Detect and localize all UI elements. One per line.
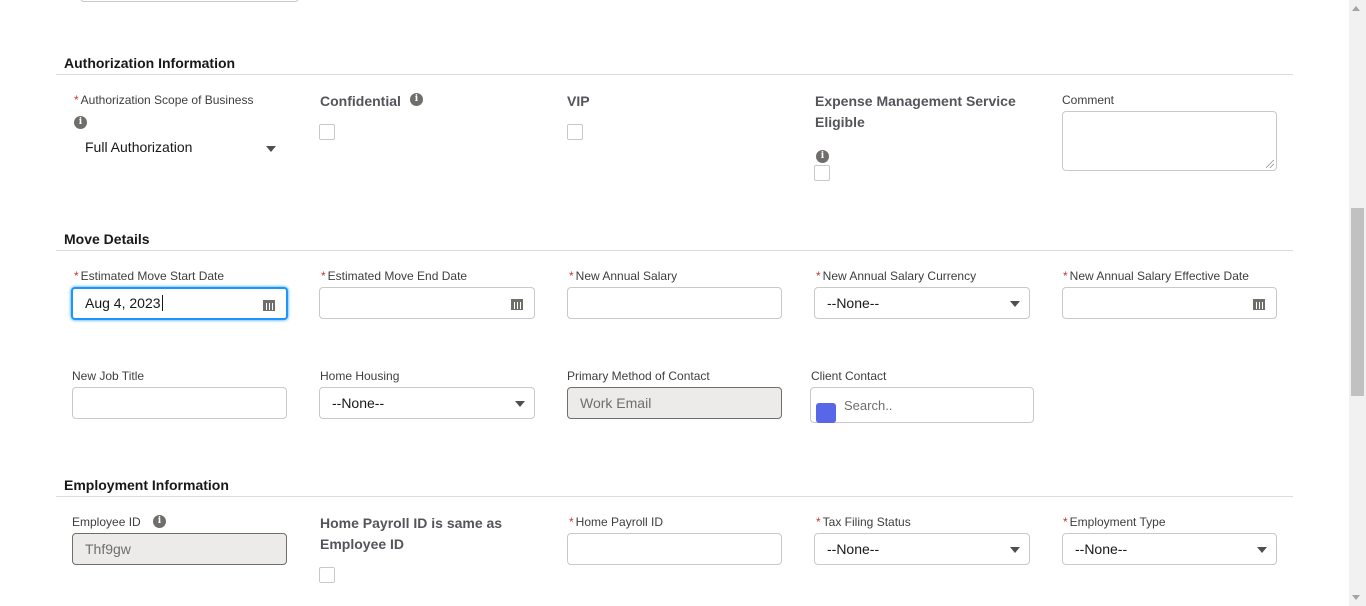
tax-filing-status-label-text: Tax Filing Status <box>822 515 911 529</box>
same-payroll-id-label-line1: Home Payroll ID is same as <box>320 515 503 531</box>
same-payroll-id-label-line2: Employee ID <box>320 536 405 552</box>
move-start-date-label: * Estimated Move Start Date <box>74 269 224 283</box>
required-marker: * <box>321 269 326 283</box>
new-salary-label-text: New Annual Salary <box>575 269 678 283</box>
employment-type-select[interactable]: --None-- <box>1062 533 1277 565</box>
move-start-date-value: Aug 4, 2023 <box>85 295 161 311</box>
confidential-label: Confidential <box>320 93 401 109</box>
form-page: Authorization Information * Authorization… <box>0 0 1366 606</box>
client-contact-label: Client Contact <box>811 369 887 383</box>
salary-effective-date-label: * New Annual Salary Effective Date <box>1063 269 1249 283</box>
client-contact-lookup[interactable]: Search.. <box>810 387 1034 423</box>
vip-label: VIP <box>567 93 590 109</box>
required-marker: * <box>1063 515 1068 529</box>
authorization-scope-label: * Authorization Scope of Business <box>74 93 253 107</box>
home-payroll-id-label: * Home Payroll ID <box>569 515 663 529</box>
chevron-down-icon <box>1010 547 1020 553</box>
expense-eligible-label-line1: Expense Management Service <box>815 93 1016 109</box>
info-icon[interactable]: i <box>410 93 423 106</box>
employee-id-field: Thf9gw <box>72 533 287 565</box>
comment-label: Comment <box>1062 93 1115 107</box>
section-divider <box>56 250 1293 251</box>
required-marker: * <box>569 515 574 529</box>
required-marker: * <box>816 269 821 283</box>
section-divider <box>56 496 1293 497</box>
home-housing-value: --None-- <box>332 395 385 411</box>
salary-currency-select[interactable]: --None-- <box>814 287 1030 319</box>
comment-textarea[interactable] <box>1062 111 1277 171</box>
employment-type-label: * Employment Type <box>1063 515 1166 529</box>
client-contact-placeholder: Search.. <box>844 398 893 413</box>
tax-filing-status-value: --None-- <box>827 541 880 557</box>
authorization-scope-value: Full Authorization <box>85 139 193 155</box>
required-marker: * <box>1063 269 1068 283</box>
chevron-down-icon <box>515 401 525 407</box>
authorization-scope-select[interactable]: Full Authorization <box>72 133 287 161</box>
salary-currency-label: * New Annual Salary Currency <box>816 269 976 283</box>
scroll-down-arrow-icon[interactable] <box>1352 595 1360 600</box>
move-details-section-title: Move Details <box>64 231 150 247</box>
salary-effective-date-label-text: New Annual Salary Effective Date <box>1069 269 1249 283</box>
scrollbar-thumb[interactable] <box>1351 208 1364 396</box>
tax-filing-status-label: * Tax Filing Status <box>816 515 911 529</box>
calendar-icon[interactable] <box>1253 298 1265 310</box>
new-job-title-label: New Job Title <box>72 369 145 383</box>
calendar-icon[interactable] <box>511 298 523 310</box>
expense-eligible-label: Expense Management Service Eligible <box>815 91 1016 133</box>
salary-currency-label-text: New Annual Salary Currency <box>822 269 977 283</box>
authorization-scope-label-text: Authorization Scope of Business <box>80 93 254 107</box>
required-marker: * <box>816 515 821 529</box>
employment-type-label-text: Employment Type <box>1069 515 1166 529</box>
home-payroll-id-input[interactable] <box>567 533 782 565</box>
contact-method-field: Work Email <box>567 387 782 419</box>
text-cursor <box>161 295 163 311</box>
salary-currency-value: --None-- <box>827 295 880 311</box>
new-salary-input[interactable] <box>567 287 782 319</box>
resize-handle-icon[interactable] <box>1266 160 1274 168</box>
expense-eligible-checkbox[interactable] <box>814 165 830 181</box>
info-icon[interactable]: i <box>153 515 166 528</box>
move-start-date-input[interactable]: Aug 4, 2023 <box>71 287 288 320</box>
home-housing-select[interactable]: --None-- <box>319 387 535 419</box>
new-job-title-input[interactable] <box>72 387 287 419</box>
chevron-down-icon <box>266 146 276 152</box>
tax-filing-status-select[interactable]: --None-- <box>814 533 1030 565</box>
info-icon[interactable]: i <box>74 116 87 129</box>
chevron-down-icon <box>1257 547 1267 553</box>
previous-field-edge <box>80 0 299 2</box>
move-end-date-label: * Estimated Move End Date <box>321 269 467 283</box>
info-icon[interactable]: i <box>816 150 829 163</box>
calendar-icon[interactable] <box>263 299 275 311</box>
contact-icon <box>816 403 836 423</box>
home-housing-label: Home Housing <box>320 369 400 383</box>
move-end-date-input[interactable] <box>319 287 535 319</box>
move-end-date-label-text: Estimated Move End Date <box>327 269 468 283</box>
employment-type-value: --None-- <box>1075 541 1128 557</box>
new-salary-label: * New Annual Salary <box>569 269 677 283</box>
move-start-date-label-text: Estimated Move Start Date <box>80 269 225 283</box>
same-payroll-id-label: Home Payroll ID is same as Employee ID <box>320 513 502 555</box>
contact-method-label: Primary Method of Contact <box>567 369 710 383</box>
home-payroll-id-label-text: Home Payroll ID <box>575 515 664 529</box>
chevron-down-icon <box>1010 301 1020 307</box>
salary-effective-date-input[interactable] <box>1062 287 1277 319</box>
scroll-up-arrow-icon[interactable] <box>1352 6 1360 11</box>
authorization-section-title: Authorization Information <box>64 55 236 71</box>
employee-id-label: Employee ID <box>72 515 141 529</box>
required-marker: * <box>74 93 79 107</box>
employment-section-title: Employment Information <box>64 477 229 493</box>
required-marker: * <box>74 269 79 283</box>
same-payroll-id-checkbox[interactable] <box>319 567 335 583</box>
expense-eligible-label-line2: Eligible <box>815 114 865 130</box>
confidential-checkbox[interactable] <box>319 124 335 140</box>
section-divider <box>56 74 1293 75</box>
vip-checkbox[interactable] <box>567 124 583 140</box>
required-marker: * <box>569 269 574 283</box>
